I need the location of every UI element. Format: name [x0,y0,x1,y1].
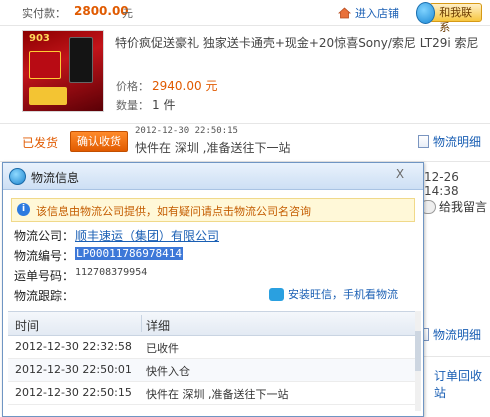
company-label: 物流公司： [14,229,75,243]
wangwang-icon [416,1,436,24]
column-header-time: 时间 [15,319,40,333]
quantity-value: 1 件 [152,98,176,112]
price-value: 2940.00 元 [152,79,218,93]
close-icon[interactable]: X [391,166,409,182]
row-time: 2012-12-30 22:50:01 [15,363,132,376]
pay-label: 实付款： [22,7,66,20]
logistics-detail-link[interactable]: 物流明细 [418,133,481,150]
install-wangxin-label: 安装旺信，手机看物流 [288,288,398,301]
confirm-receipt-button[interactable]: 确认收货 [70,131,128,152]
company-link[interactable]: 顺丰速运（集团）有限公司 [75,227,219,244]
logistics-popup: 物流信息 X i 该信息由物流公司提供，如有疑问请点击物流公司名咨询 物流公司：… [2,162,424,417]
leave-message-button[interactable]: 给我留言 [420,198,487,215]
chat-icon [269,287,284,301]
promo-tag [29,87,67,105]
row-detail: 已收件 [146,342,179,355]
table-row: 2012-12-30 22:50:15 快件在 深圳 ,准备送往下一站 [8,382,418,405]
tracking-table: 时间 详细 2012-12-30 22:32:58 已收件 2012-12-30… [8,311,418,405]
row-time: 2012-12-30 22:32:58 [15,340,132,353]
table-row: 2012-12-30 22:32:58 已收件 [8,336,418,359]
row-detail: 快件入仓 [146,365,190,378]
logistics-detail-link-2[interactable]: 物流明细 [418,326,481,343]
install-wangxin-link[interactable]: 安装旺信，手机看物流 [269,286,398,302]
thumbnail-text: 903 [29,33,50,44]
document-icon [418,135,429,148]
price-label: 价格： [116,80,149,93]
enter-shop-link[interactable]: 进入店铺 [338,5,399,21]
popup-title: 物流信息 [31,171,80,185]
quantity-label: 数量： [116,99,149,112]
tracking-number-value[interactable]: LP00011786978414 [75,247,183,260]
logistics-detail-label: 物流明细 [433,328,482,342]
logistics-detail-label: 物流明细 [433,135,482,149]
order-status: 已发货 [22,136,59,150]
waybill-value: 112708379954 [75,267,148,278]
scrollbar-thumb[interactable] [415,331,421,371]
order-date: 12-26 14:38 [424,170,459,198]
waybill-label: 运单号码： [14,269,75,283]
divider [0,25,490,26]
product-thumbnail[interactable]: 903 [22,30,104,112]
table-header: 时间 详细 [8,311,418,336]
row-detail: 快件在 深圳 ,准备送往下一站 [146,388,289,401]
product-title[interactable]: 特价疯促送豪礼 独家送卡通壳+现金+20惊喜Sony/索尼 LT29i 索尼 [115,35,485,51]
track-message: 快件在 深圳 ,准备送往下一站 [135,141,291,155]
row-time: 2012-12-30 22:50:15 [15,386,132,399]
tracking-number-label: 物流编号： [14,249,75,263]
notice-text: 该信息由物流公司提供，如有疑问请点击物流公司名咨询 [36,205,311,218]
column-header-detail: 详细 [146,319,171,333]
pay-amount: 2800.00 [74,4,129,18]
notice-bar: i 该信息由物流公司提供，如有疑问请点击物流公司名咨询 [11,198,415,222]
info-icon: i [17,203,30,216]
track-time: 2012-12-30 22:50:15 [135,126,238,136]
popup-header: 物流信息 X [3,163,423,190]
tracking-follow-label: 物流跟踪： [14,289,75,303]
scrollbar[interactable] [415,311,421,411]
contact-me-button[interactable]: 和我联系 [416,1,482,34]
column-divider [141,315,142,332]
wangwang-icon [9,168,26,185]
divider [0,123,490,124]
order-recycle-bin-link[interactable]: 订单回收站 [434,367,490,401]
pay-unit: 元 [122,7,133,20]
table-row: 2012-12-30 22:50:01 快件入仓 [8,359,418,382]
contact-me-label: 和我联系 [429,3,482,34]
leave-message-label: 给我留言 [439,200,488,214]
divider [420,356,490,357]
promo-badge [29,51,61,79]
home-icon [338,7,351,19]
enter-shop-label: 进入店铺 [355,7,399,20]
phone-image [69,37,93,83]
